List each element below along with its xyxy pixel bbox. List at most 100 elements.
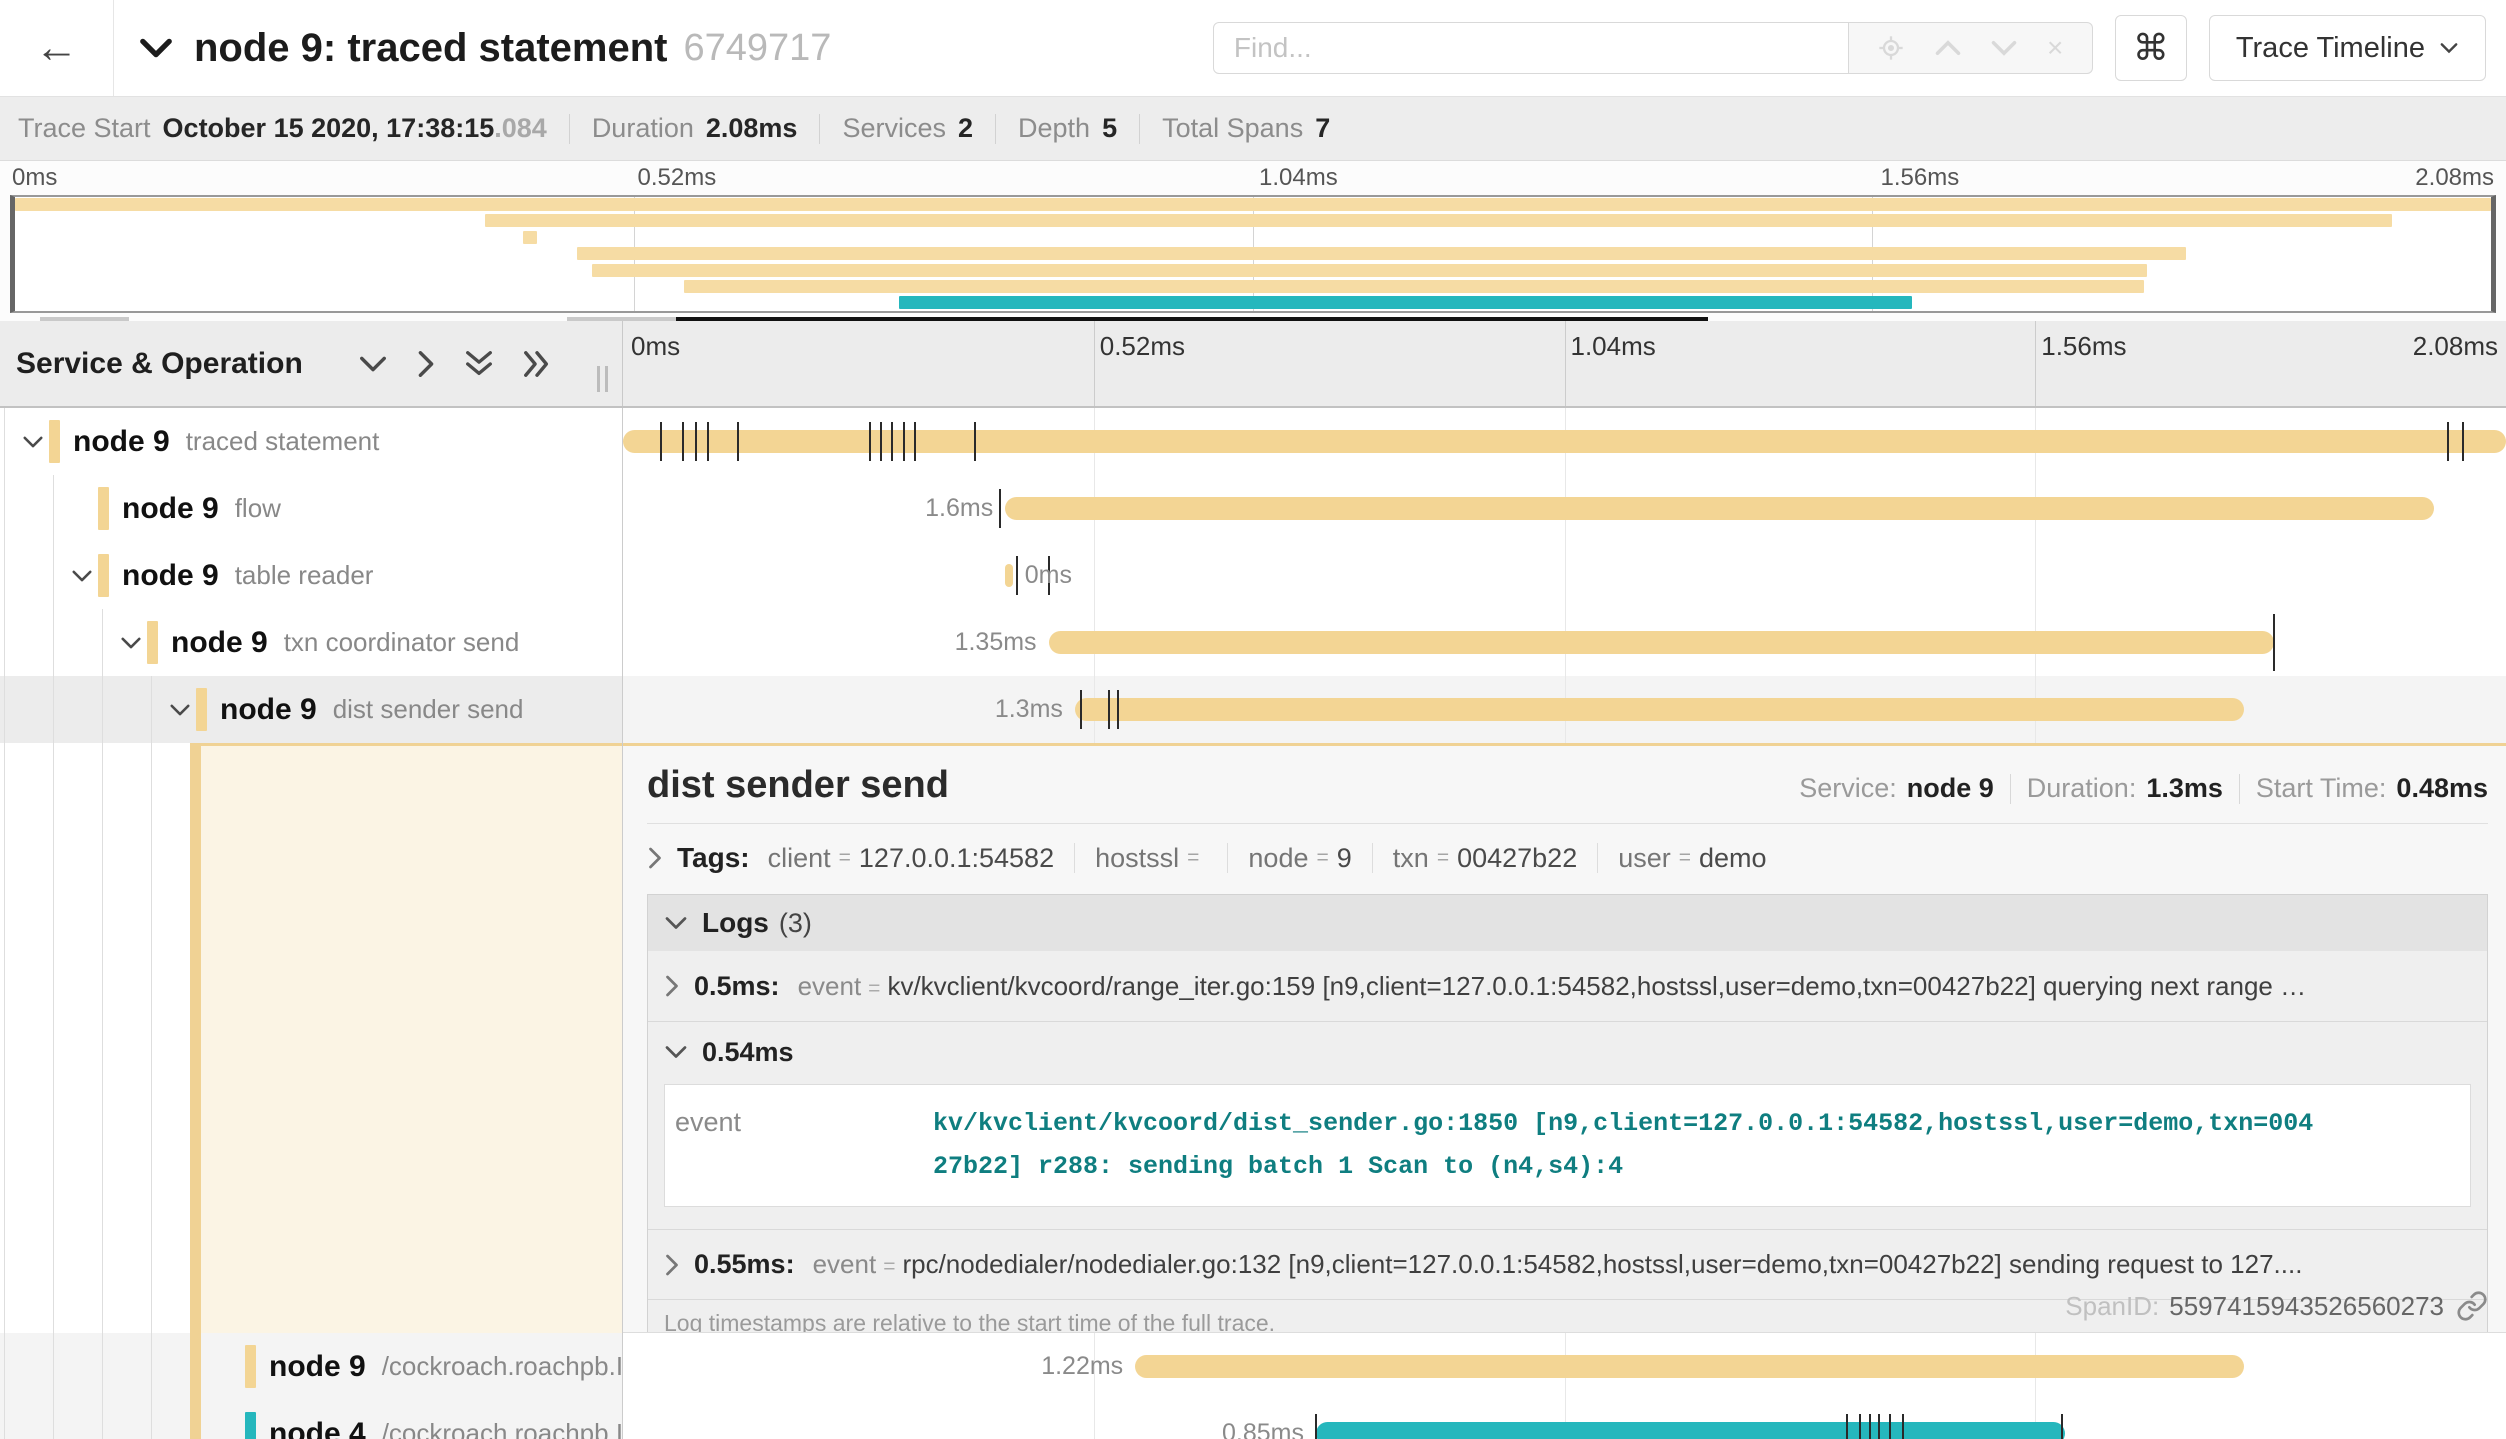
tag-item: user=demo bbox=[1618, 843, 1766, 874]
log-marker-tick bbox=[2462, 422, 2464, 461]
span-bar[interactable] bbox=[1005, 564, 1013, 587]
log-marker-tick bbox=[1878, 1414, 1880, 1439]
minimap-span-bar bbox=[523, 231, 538, 244]
trace-id: 6749717 bbox=[683, 27, 831, 70]
span-service-name: node 9 bbox=[73, 425, 170, 459]
view-selector-button[interactable]: Trace Timeline bbox=[2209, 15, 2486, 81]
minimap-span-bar bbox=[899, 296, 1912, 309]
find-input[interactable] bbox=[1213, 22, 1849, 74]
span-row-name[interactable]: node 9table reader bbox=[0, 542, 623, 609]
trace-minimap: 0ms0.52ms1.04ms1.56ms2.08ms bbox=[0, 161, 2506, 321]
span-row[interactable]: node 9/cockroach.roachpb.I... 1.22ms bbox=[0, 1333, 2506, 1400]
span-service-name: node 9 bbox=[269, 1350, 366, 1384]
span-row-name[interactable]: node 9/cockroach.roachpb.I... bbox=[0, 1333, 623, 1400]
span-bar[interactable] bbox=[1075, 698, 2244, 721]
timeline-header: Service & Operation 0ms0.52ms1.04ms1.56m… bbox=[0, 321, 2506, 408]
indent-guide bbox=[53, 542, 54, 609]
span-bar[interactable] bbox=[1316, 1422, 2065, 1439]
span-service-name: node 9 bbox=[171, 626, 268, 660]
log-entry-expanded: 0.54ms event kv/kvclient/kvcoord/dist_se… bbox=[648, 1021, 2487, 1207]
duration-label: Duration bbox=[592, 113, 694, 144]
span-row[interactable]: node 9flow1.6ms bbox=[0, 475, 2506, 542]
find-next-icon[interactable] bbox=[1990, 39, 2018, 57]
find-clear-icon[interactable]: × bbox=[2047, 34, 2063, 62]
tag-equals: = bbox=[839, 846, 851, 870]
collapse-chevron-icon[interactable] bbox=[120, 636, 142, 650]
span-gantt-cell[interactable]: 0ms bbox=[623, 542, 2506, 609]
log-entry-header[interactable]: 0.54ms bbox=[648, 1022, 2487, 1082]
log-marker-tick bbox=[682, 422, 684, 461]
indent-guide bbox=[102, 609, 103, 676]
span-bar[interactable] bbox=[1049, 631, 2275, 654]
span-row-name[interactable]: node 9dist sender send bbox=[0, 676, 623, 743]
indent-guide bbox=[151, 1400, 152, 1439]
collapse-chevron-icon[interactable] bbox=[22, 435, 44, 449]
span-bar[interactable] bbox=[1135, 1355, 2244, 1378]
service-label: Service: bbox=[1799, 773, 1897, 804]
span-bar[interactable] bbox=[623, 430, 2506, 453]
log-time: 0.5ms: bbox=[694, 971, 780, 1002]
find-toolbar: × bbox=[1849, 22, 2093, 74]
span-row-name[interactable]: node 9traced statement bbox=[0, 408, 623, 475]
log-entry[interactable]: 0.55ms: event=rpc/nodedialer/nodedialer.… bbox=[648, 1229, 2487, 1299]
indent-guide bbox=[151, 743, 152, 1333]
collapse-chevron-icon[interactable] bbox=[169, 703, 191, 717]
log-field-value: kv/kvclient/kvcoord/dist_sender.go:1850 … bbox=[925, 1085, 2335, 1206]
indent-guide bbox=[53, 743, 54, 1333]
span-gantt-cell[interactable]: 1.3ms bbox=[623, 676, 2506, 743]
span-operation-name: dist sender send bbox=[333, 694, 524, 725]
span-operation-name: txn coordinator send bbox=[284, 627, 520, 658]
minimap-viewport[interactable] bbox=[10, 195, 2496, 313]
span-row[interactable]: node 9traced statement bbox=[0, 408, 2506, 475]
span-detail-indent bbox=[0, 743, 623, 1333]
top-header: ← node 9: traced statement 6749717 × ⌘ T… bbox=[0, 0, 2506, 97]
span-gantt-cell[interactable]: 1.6ms bbox=[623, 475, 2506, 542]
log-marker-tick bbox=[2061, 1414, 2063, 1439]
tag-equals: = bbox=[1316, 846, 1328, 870]
column-resize-handle[interactable] bbox=[597, 366, 608, 392]
span-bar[interactable] bbox=[1005, 497, 2434, 520]
tags-row[interactable]: Tags: client=127.0.0.1:54582hostssl=node… bbox=[647, 842, 2488, 874]
span-gantt-cell[interactable]: 1.35ms bbox=[623, 609, 2506, 676]
span-row[interactable]: node 9dist sender send1.3ms bbox=[0, 676, 2506, 743]
span-color-chip bbox=[147, 621, 158, 664]
total-spans-value: 7 bbox=[1315, 113, 1330, 144]
span-row-name[interactable]: node 9flow bbox=[0, 475, 623, 542]
link-icon[interactable] bbox=[2456, 1290, 2488, 1322]
trace-collapse-chevron-icon[interactable] bbox=[138, 37, 174, 59]
tag-key: client bbox=[768, 843, 831, 874]
span-gantt-cell[interactable]: 1.22ms bbox=[623, 1333, 2506, 1400]
span-row-name[interactable]: node 4/cockroach.roachpb.I... bbox=[0, 1400, 623, 1439]
span-row-name[interactable]: node 9 txn coordinator send bbox=[0, 609, 623, 676]
view-selector-label: Trace Timeline bbox=[2236, 32, 2425, 65]
collapse-one-level-icon[interactable] bbox=[416, 349, 436, 379]
tag-key: node bbox=[1248, 843, 1308, 874]
collapse-chevron-icon[interactable] bbox=[71, 569, 93, 583]
chevron-down-icon bbox=[664, 1044, 688, 1060]
minimap-tick-labels: 0ms0.52ms1.04ms1.56ms2.08ms bbox=[10, 164, 2496, 192]
span-row[interactable]: node 4/cockroach.roachpb.I...0.85ms bbox=[0, 1400, 2506, 1439]
span-service-name: node 9 bbox=[122, 492, 219, 526]
locate-icon[interactable] bbox=[1877, 34, 1905, 62]
logs-header[interactable]: Logs (3) bbox=[648, 895, 2487, 951]
span-gantt-cell[interactable] bbox=[623, 408, 2506, 475]
find-prev-icon[interactable] bbox=[1934, 39, 1962, 57]
indent-guide bbox=[4, 542, 5, 609]
trace-start-value: October 15 2020, 17:38:15 bbox=[163, 113, 495, 144]
back-button[interactable]: ← bbox=[0, 0, 114, 96]
indent-guide bbox=[4, 1400, 5, 1439]
expand-all-icon[interactable] bbox=[464, 349, 494, 379]
collapse-all-icon[interactable] bbox=[522, 349, 552, 379]
minimap-tick-label: 0ms bbox=[12, 164, 57, 192]
span-duration-label: 1.22ms bbox=[1041, 1333, 1123, 1400]
span-row[interactable]: node 9 txn coordinator send 1.35ms bbox=[0, 609, 2506, 676]
expand-one-level-icon[interactable] bbox=[358, 354, 388, 374]
tags-label: Tags: bbox=[677, 842, 750, 874]
span-gantt-cell[interactable]: 0.85ms bbox=[623, 1400, 2506, 1439]
span-row[interactable]: node 9table reader0ms bbox=[0, 542, 2506, 609]
log-summary: event=rpc/nodedialer/nodedialer.go:132 [… bbox=[813, 1249, 2303, 1280]
keyboard-shortcuts-button[interactable]: ⌘ bbox=[2115, 15, 2187, 81]
log-entry[interactable]: 0.5ms: event=kv/kvclient/kvcoord/range_i… bbox=[648, 951, 2487, 1021]
ruler-gridline bbox=[1565, 321, 1566, 406]
indent-guide bbox=[102, 1400, 103, 1439]
